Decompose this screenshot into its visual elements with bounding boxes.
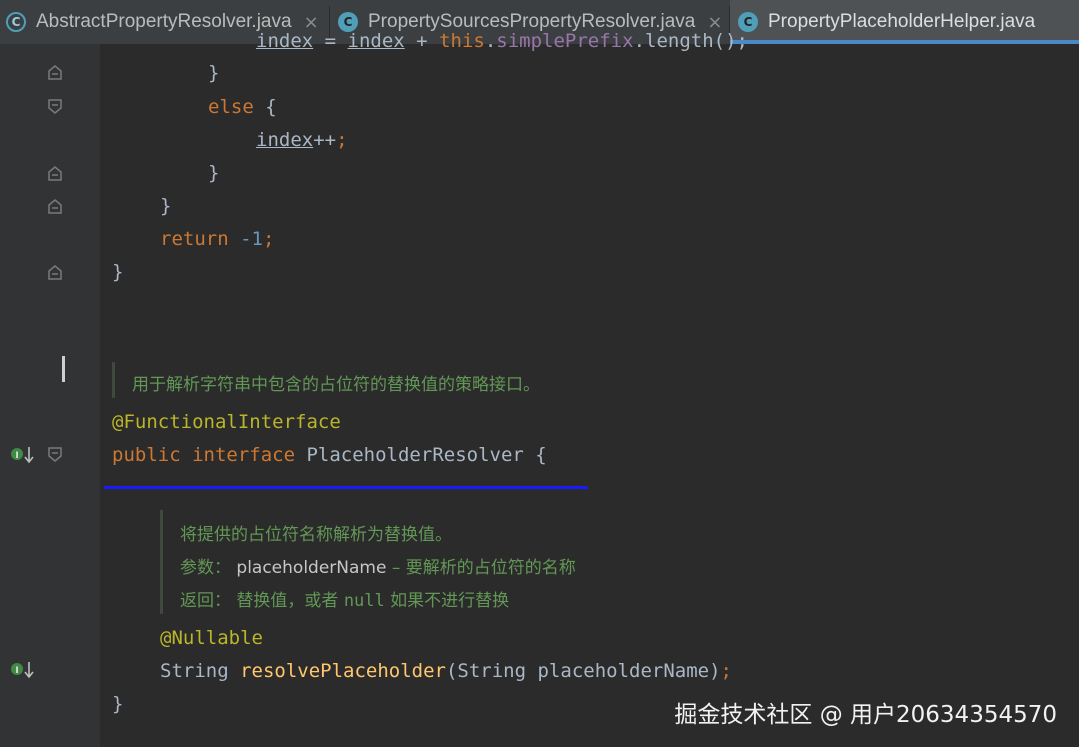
code-line: else { (208, 96, 277, 118)
annotation-functional-interface: @FunctionalInterface (112, 411, 341, 433)
fold-start-icon[interactable] (48, 447, 62, 463)
svg-text:I: I (15, 666, 18, 676)
doc-comment-method: 将提供的占位符名称解析为替换值。 (180, 525, 452, 545)
annotation-nullable: @Nullable (160, 627, 263, 649)
doc-comment-bar (160, 510, 163, 614)
fold-start-icon[interactable] (48, 99, 62, 115)
error-underline (104, 486, 588, 489)
watermark: 掘金技术社区 @ 用户20634354570 (674, 702, 1057, 728)
code-line: index++; (256, 129, 348, 151)
method-declaration: String resolvePlaceholder(String placeho… (160, 660, 732, 682)
class-icon: C (738, 12, 758, 32)
code-line: } (112, 261, 124, 283)
doc-return: 返回： 替换值，或者 null 如果不进行替换 (180, 591, 510, 611)
code-line: } (208, 162, 220, 184)
abstract-class-icon: C (6, 12, 26, 32)
fold-end-icon[interactable] (48, 264, 62, 280)
class-icon: C (338, 12, 358, 32)
fold-end-icon[interactable] (48, 64, 62, 80)
tab-label: PropertyPlaceholderHelper.java (768, 11, 1036, 32)
code-line: } (160, 195, 172, 217)
code-line: return -1; (160, 228, 275, 250)
svg-text:I: I (15, 451, 18, 461)
code-line: } (208, 62, 220, 84)
doc-comment-interface: 用于解析字符串中包含的占位符的替换值的策略接口。 (132, 375, 540, 395)
doc-comment-bar (112, 362, 115, 398)
code-line: index = index + this.simplePrefix.length… (256, 30, 748, 52)
tab-label: AbstractPropertyResolver.java (36, 11, 292, 32)
editor-gutter: I I (0, 44, 100, 747)
implemented-interface-icon[interactable]: I (10, 446, 36, 464)
implemented-method-icon[interactable]: I (10, 661, 36, 679)
tab-property-placeholder-helper[interactable]: C PropertyPlaceholderHelper.java (730, 0, 1079, 44)
fold-end-icon[interactable] (48, 198, 62, 214)
fold-end-icon[interactable] (48, 165, 62, 181)
doc-param: 参数： placeholderName – 要解析的占位符的名称 (180, 558, 576, 578)
text-caret (62, 356, 65, 382)
code-line: } (112, 693, 124, 715)
interface-declaration: public interface PlaceholderResolver { (112, 444, 547, 466)
